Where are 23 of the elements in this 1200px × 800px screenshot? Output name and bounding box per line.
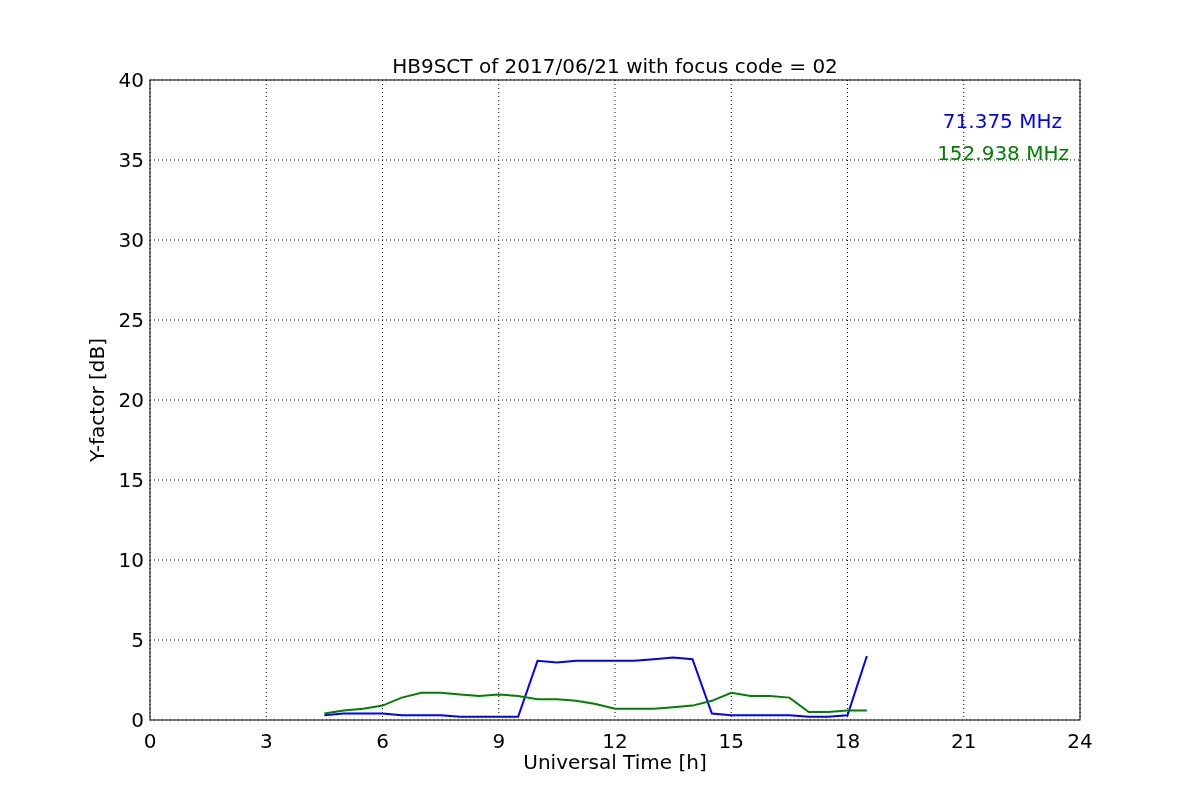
y-axis-label: Y-factor [dB] xyxy=(85,338,109,462)
y-tick-label: 30 xyxy=(118,228,144,252)
y-tick-label: 15 xyxy=(118,468,144,492)
y-tick-label: 40 xyxy=(118,68,144,92)
legend-label: 152.938 MHz xyxy=(937,141,1069,165)
x-axis-label: Universal Time [h] xyxy=(523,750,707,774)
y-tick-label: 10 xyxy=(118,548,144,572)
x-tick-label: 15 xyxy=(718,729,744,753)
y-tick-label: 20 xyxy=(118,388,144,412)
y-tick-label: 35 xyxy=(118,148,144,172)
x-tick-label: 3 xyxy=(259,729,273,753)
y-tick-label: 25 xyxy=(118,308,144,332)
x-tick-label: 9 xyxy=(492,729,506,753)
x-tick-label: 18 xyxy=(834,729,861,753)
y-tick-label: 0 xyxy=(131,708,144,732)
x-tick-label: 21 xyxy=(951,729,977,753)
y-tick-label: 5 xyxy=(131,628,144,652)
x-tick-label: 0 xyxy=(143,729,157,753)
x-tick-label: 12 xyxy=(602,729,628,753)
chart-title: HB9SCT of 2017/06/21 with focus code = 02 xyxy=(392,54,838,78)
legend-label: 71.375 MHz xyxy=(942,109,1062,133)
x-tick-label: 6 xyxy=(376,729,389,753)
x-tick-label: 24 xyxy=(1067,729,1093,753)
